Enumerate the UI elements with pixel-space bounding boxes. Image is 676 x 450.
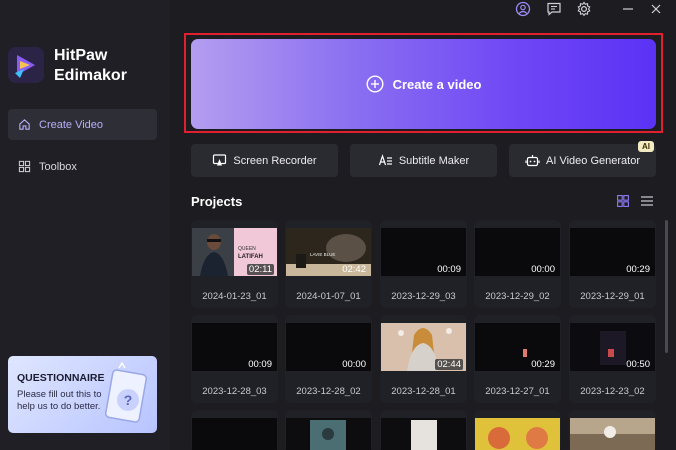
- list-view-icon[interactable]: [641, 195, 653, 207]
- project-card[interactable]: 00:09 2023-12-29_03: [380, 220, 467, 308]
- project-name: 2023-12-28_02: [296, 386, 361, 397]
- project-duration: 00:00: [531, 264, 555, 275]
- project-card[interactable]: [191, 410, 278, 450]
- project-name: 2023-12-23_02: [580, 386, 645, 397]
- project-thumbnail: [475, 418, 560, 450]
- svg-text:QUEEN: QUEEN: [238, 246, 256, 252]
- project-duration: 00:29: [626, 264, 650, 275]
- project-name: 2024-01-07_01: [296, 291, 361, 302]
- project-thumbnail: LAVIE BLUE 02:42: [286, 228, 371, 276]
- create-video-button[interactable]: Create a video: [191, 39, 656, 129]
- project-name: 2024-01-23_01: [202, 291, 267, 302]
- account-icon[interactable]: [515, 1, 531, 17]
- project-name: 2023-12-27_01: [485, 386, 550, 397]
- svg-text:LATIFAH: LATIFAH: [238, 254, 263, 260]
- project-thumbnail: [570, 418, 655, 450]
- project-thumbnail: 00:09: [192, 323, 277, 371]
- grid-view-icon[interactable]: [617, 195, 629, 207]
- project-thumbnail: 00:09: [381, 228, 466, 276]
- project-name: 2023-12-29_02: [485, 291, 550, 302]
- settings-icon[interactable]: [576, 1, 592, 17]
- questionnaire-title: QUESTIONNAIRE: [17, 372, 105, 384]
- project-card[interactable]: [380, 410, 467, 450]
- sidebar-item-label: Toolbox: [39, 160, 77, 173]
- project-card[interactable]: QUEEN LATIFAH 02:11 2024-01-23_01: [191, 220, 278, 308]
- project-thumbnail: QUEEN LATIFAH 02:11: [192, 228, 277, 276]
- project-name: 2023-12-28_03: [202, 386, 267, 397]
- app-logo: [8, 47, 44, 83]
- project-duration: 00:50: [626, 359, 650, 370]
- questionnaire-subtitle: Please fill out this to help us to do be…: [17, 389, 102, 412]
- sidebar-item-toolbox[interactable]: Toolbox: [8, 151, 157, 182]
- project-thumbnail: 00:50: [570, 323, 655, 371]
- project-name: 2023-12-29_01: [580, 291, 645, 302]
- projects-scrollbar[interactable]: [665, 220, 668, 353]
- svg-text:?: ?: [124, 392, 133, 408]
- ai-video-generator-button[interactable]: AI Video Generator AI: [509, 141, 656, 177]
- project-thumbnail: 02:44: [381, 323, 466, 371]
- project-duration: 00:00: [342, 359, 366, 370]
- subtitle-maker-button[interactable]: Subtitle Maker: [350, 144, 497, 177]
- project-duration: 02:42: [342, 264, 366, 275]
- questionnaire-illustration-icon: ?: [104, 362, 148, 423]
- project-card[interactable]: 00:50 2023-12-23_02: [569, 315, 656, 403]
- project-thumbnail: 00:00: [475, 228, 560, 276]
- project-duration: 02:11: [246, 264, 274, 275]
- subtitle-icon: [378, 154, 392, 166]
- create-video-label: Create a video: [392, 76, 482, 92]
- project-thumbnail: [381, 418, 466, 450]
- screen-recorder-icon: [213, 154, 227, 166]
- svg-text:LAVIE BLUE: LAVIE BLUE: [310, 252, 335, 257]
- project-name: 2023-12-28_01: [391, 386, 456, 397]
- project-card[interactable]: 00:09 2023-12-28_03: [191, 315, 278, 403]
- feedback-icon[interactable]: [546, 1, 562, 17]
- project-card[interactable]: 00:00 2023-12-29_02: [474, 220, 561, 308]
- project-card[interactable]: LAVIE BLUE 02:42 2024-01-07_01: [285, 220, 372, 308]
- questionnaire-card[interactable]: QUESTIONNAIRE Please fill out this to he…: [8, 356, 157, 433]
- project-thumbnail: 00:29: [570, 228, 655, 276]
- project-thumbnail: 00:29: [475, 323, 560, 371]
- project-duration: 00:29: [531, 359, 555, 370]
- project-thumbnail: 00:00: [286, 323, 371, 371]
- ai-badge: AI: [638, 141, 654, 152]
- project-card[interactable]: 00:29 2023-12-27_01: [474, 315, 561, 403]
- screen-recorder-button[interactable]: Screen Recorder: [191, 144, 338, 177]
- sidebar-item-create-video[interactable]: Create Video: [8, 109, 157, 140]
- grid-icon: [18, 160, 31, 173]
- project-card[interactable]: 02:44 2023-12-28_01: [380, 315, 467, 403]
- home-icon: [19, 119, 30, 130]
- project-card[interactable]: [285, 410, 372, 450]
- project-thumbnail: [192, 418, 277, 450]
- project-card[interactable]: 00:29 2023-12-29_01: [569, 220, 656, 308]
- sidebar-item-label: Create Video: [39, 118, 104, 131]
- project-duration: 00:09: [248, 359, 272, 370]
- project-name: 2023-12-29_03: [391, 291, 456, 302]
- ai-robot-icon: [525, 155, 540, 167]
- project-thumbnail: [286, 418, 371, 450]
- project-duration: 02:44: [435, 359, 463, 370]
- projects-title: Projects: [191, 194, 243, 209]
- close-icon[interactable]: [648, 1, 664, 17]
- app-name: HitPaw Edimakor: [54, 47, 127, 84]
- project-duration: 00:09: [437, 264, 461, 275]
- sidebar: HitPaw Edimakor Create Video Toolbox QUE…: [0, 0, 170, 450]
- plus-circle-icon: [366, 75, 384, 93]
- project-card[interactable]: 00:00 2023-12-28_02: [285, 315, 372, 403]
- minimize-icon[interactable]: [620, 1, 636, 17]
- project-card[interactable]: [474, 410, 561, 450]
- project-card[interactable]: [569, 410, 656, 450]
